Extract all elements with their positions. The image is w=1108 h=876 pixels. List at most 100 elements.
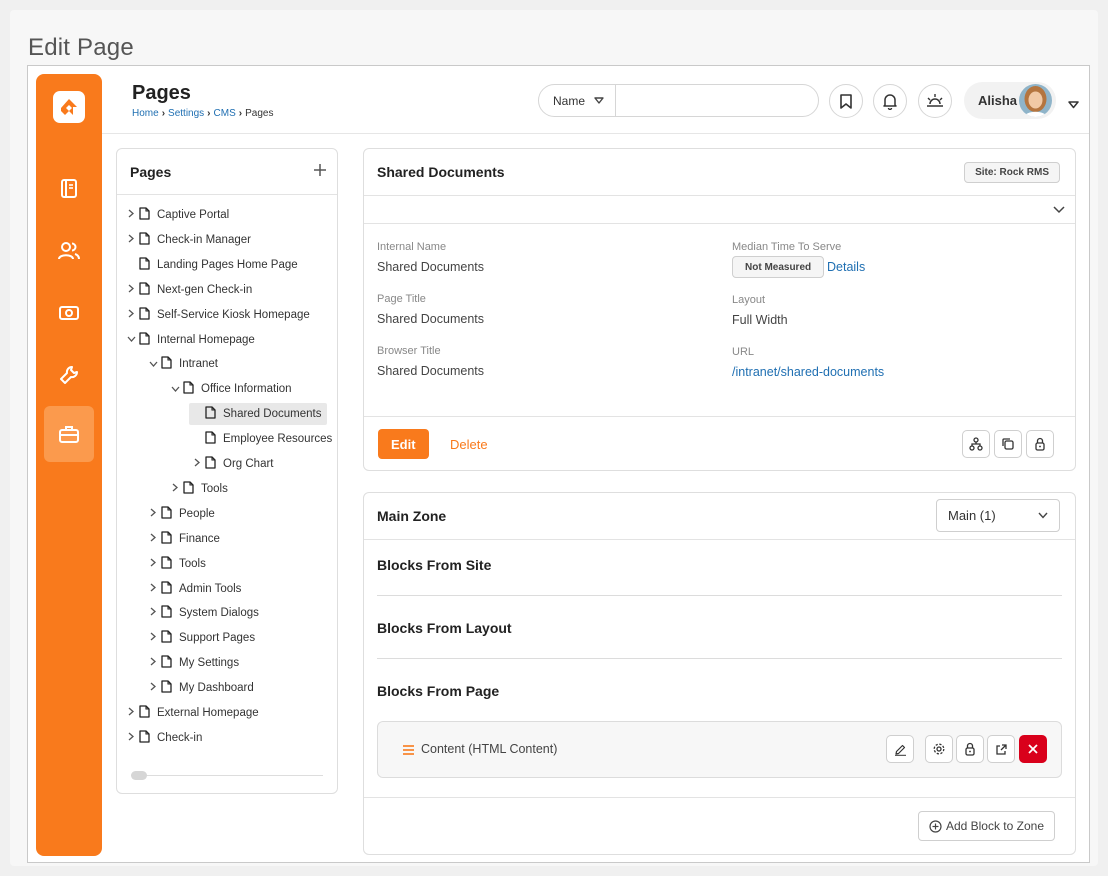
- page-icon: [161, 531, 179, 547]
- chevron-right-icon[interactable]: [123, 234, 139, 246]
- chevron-down-icon[interactable]: [167, 384, 183, 395]
- tree-item[interactable]: Admin Tools: [145, 578, 241, 600]
- tree-item[interactable]: People: [145, 503, 215, 525]
- tree-title: Pages: [130, 164, 172, 180]
- breadcrumb-settings[interactable]: Settings: [168, 108, 204, 119]
- tree-item[interactable]: Shared Documents: [189, 403, 328, 426]
- tree-item[interactable]: Check-in: [123, 727, 202, 749]
- breadcrumb-pages: Pages: [245, 108, 274, 119]
- copy-page-button[interactable]: [994, 430, 1022, 458]
- page-icon: [161, 580, 179, 597]
- page-icon: [139, 232, 157, 248]
- url-label: URL: [732, 346, 755, 358]
- drag-handle-icon[interactable]: [403, 742, 414, 760]
- notebook-icon: [61, 179, 77, 198]
- sidebar: [36, 74, 102, 856]
- user-caret-icon[interactable]: [1068, 96, 1079, 114]
- chevron-right-icon[interactable]: [145, 607, 161, 619]
- tree-scrollbar-thumb[interactable]: [131, 771, 147, 780]
- median-details-link[interactable]: Details: [827, 260, 865, 274]
- tree-item[interactable]: Support Pages: [145, 627, 255, 649]
- sidebar-item-finance[interactable]: [44, 285, 94, 341]
- collapse-chevron-icon[interactable]: [1053, 201, 1065, 219]
- plus-circle-icon: [929, 819, 942, 833]
- tree-item[interactable]: Office Information: [167, 378, 292, 400]
- zone-select[interactable]: Main (1): [936, 499, 1060, 532]
- theme-toggle-button[interactable]: [918, 84, 952, 118]
- tree-item-label: Internal Homepage: [157, 333, 255, 346]
- page-icon: [161, 605, 179, 621]
- tree-header: Pages: [117, 149, 337, 195]
- page-icon: [161, 555, 179, 572]
- tree-item[interactable]: Org Chart: [189, 453, 274, 475]
- search-scope-select[interactable]: Name: [539, 85, 616, 116]
- chevron-right-icon[interactable]: [167, 483, 183, 495]
- chevron-right-icon[interactable]: [145, 657, 161, 669]
- chevron-down-icon[interactable]: [123, 334, 139, 345]
- tree-item-label: Next-gen Check-in: [157, 283, 253, 296]
- tree-item[interactable]: Check-in Manager: [123, 229, 251, 251]
- rock-logo[interactable]: [53, 91, 85, 123]
- tree-item[interactable]: Intranet: [145, 353, 218, 375]
- tree-item[interactable]: Self-Service Kiosk Homepage: [123, 304, 310, 326]
- tree-item-label: My Dashboard: [179, 682, 254, 695]
- tree-item-label: People: [179, 507, 215, 520]
- sidebar-item-notes[interactable]: [44, 161, 94, 217]
- tree-item[interactable]: Next-gen Check-in: [123, 279, 252, 301]
- chevron-right-icon[interactable]: [145, 508, 161, 520]
- tree-item[interactable]: Internal Homepage: [123, 329, 255, 351]
- edit-button[interactable]: Edit: [378, 429, 429, 459]
- block-security-button[interactable]: [956, 735, 984, 763]
- chevron-down-icon[interactable]: [145, 359, 161, 370]
- tree-item[interactable]: My Settings: [145, 652, 239, 674]
- tree-item[interactable]: Finance: [145, 528, 220, 550]
- bell-icon: [883, 93, 897, 110]
- sidebar-item-admin[interactable]: [44, 406, 94, 462]
- search-box: Name: [538, 84, 819, 117]
- breadcrumb-home[interactable]: Home: [132, 108, 159, 119]
- tree-item[interactable]: Captive Portal: [123, 204, 229, 226]
- briefcase-icon: [59, 426, 79, 443]
- bookmark-button[interactable]: [829, 84, 863, 118]
- user-menu[interactable]: Alisha: [964, 82, 1056, 119]
- chevron-right-icon[interactable]: [123, 732, 139, 744]
- breadcrumb-cms[interactable]: CMS: [214, 108, 236, 119]
- chevron-right-icon[interactable]: [123, 209, 139, 221]
- block-settings-button[interactable]: [925, 735, 953, 763]
- chevron-right-icon[interactable]: [145, 533, 161, 545]
- add-page-button[interactable]: [314, 160, 326, 181]
- tree-item[interactable]: My Dashboard: [145, 677, 254, 699]
- tree-scrollbar[interactable]: [131, 771, 323, 780]
- chevron-right-icon[interactable]: [189, 458, 205, 470]
- close-icon: [1028, 744, 1038, 754]
- delete-button[interactable]: Delete: [450, 437, 488, 452]
- tree-item[interactable]: System Dialogs: [145, 602, 259, 624]
- tree-item[interactable]: Tools: [167, 478, 228, 500]
- money-icon: [59, 306, 79, 320]
- child-pages-button[interactable]: [962, 430, 990, 458]
- tree-item-label: Org Chart: [223, 458, 274, 470]
- notifications-button[interactable]: [873, 84, 907, 118]
- sidebar-item-tools[interactable]: [44, 347, 94, 403]
- chevron-right-icon[interactable]: [123, 707, 139, 719]
- search-input[interactable]: [617, 85, 818, 116]
- security-button[interactable]: [1026, 430, 1054, 458]
- chevron-right-icon[interactable]: [145, 558, 161, 570]
- delete-block-button[interactable]: [1019, 735, 1047, 763]
- chevron-right-icon[interactable]: [123, 284, 139, 296]
- url-link[interactable]: /intranet/shared-documents: [732, 365, 884, 379]
- tree-item[interactable]: External Homepage: [123, 702, 259, 724]
- tree-item[interactable]: Landing Pages Home Page: [123, 254, 298, 276]
- chevron-right-icon[interactable]: [145, 682, 161, 694]
- tree-item[interactable]: Employee Resources: [189, 428, 332, 450]
- block-move-button[interactable]: [987, 735, 1015, 763]
- add-block-button[interactable]: Add Block to Zone: [917, 811, 1055, 841]
- bookmark-icon: [840, 93, 852, 109]
- tree-item[interactable]: Tools: [145, 553, 206, 575]
- block-item: Content (HTML Content): [377, 721, 1062, 778]
- chevron-right-icon[interactable]: [123, 309, 139, 321]
- edit-block-button[interactable]: [886, 735, 914, 763]
- chevron-right-icon[interactable]: [145, 632, 161, 644]
- chevron-right-icon[interactable]: [145, 583, 161, 595]
- sidebar-item-people[interactable]: [44, 223, 94, 279]
